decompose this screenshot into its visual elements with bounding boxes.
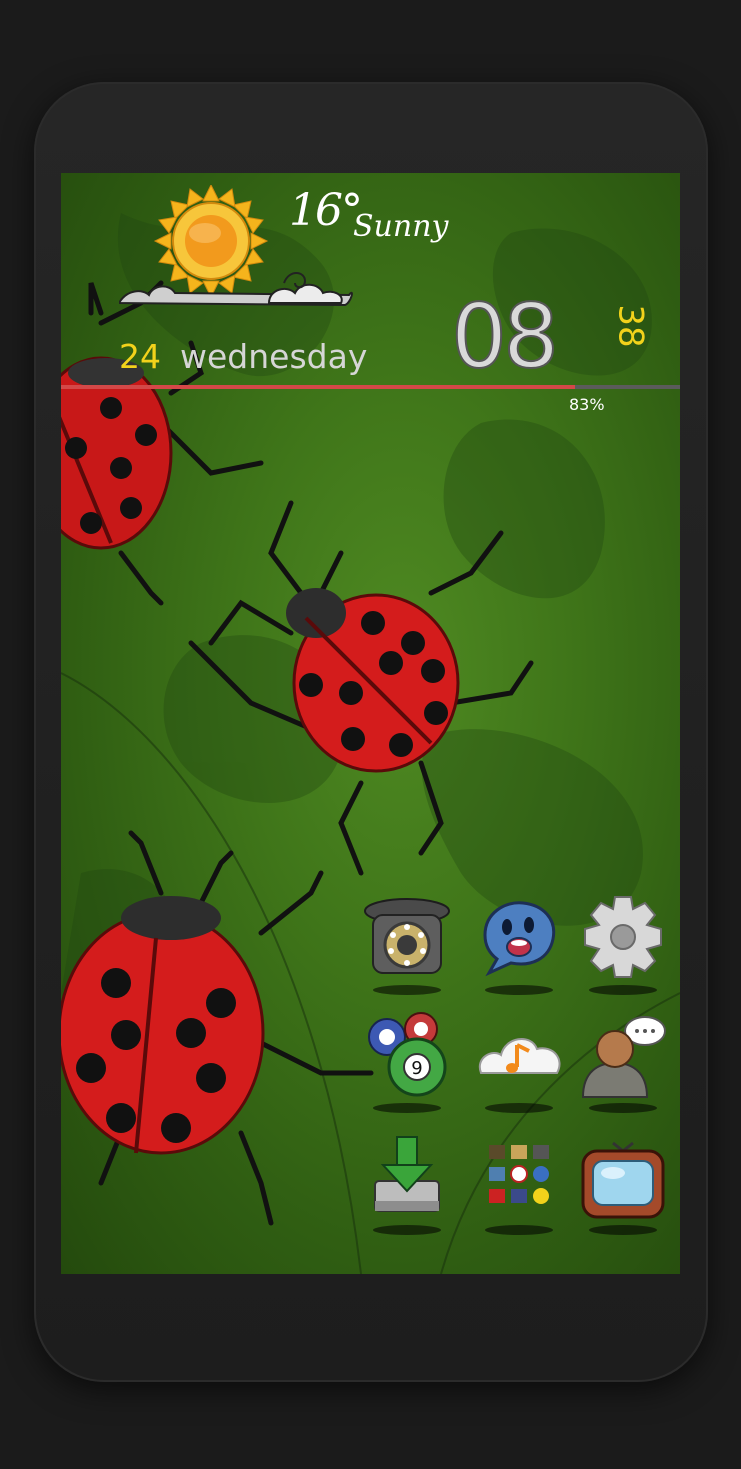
clock-minute: 38 <box>610 304 651 348</box>
messaging-icon[interactable] <box>471 889 567 999</box>
contacts-icon[interactable] <box>575 1007 671 1117</box>
phone-icon[interactable] <box>359 889 455 999</box>
temperature-label: 16° <box>289 185 363 236</box>
app-drawer-icon[interactable] <box>471 1129 567 1239</box>
clock-hour[interactable]: 08 <box>450 292 560 382</box>
settings-icon[interactable] <box>575 889 671 999</box>
weather-condition-label: Sunny <box>353 209 449 244</box>
download-icon[interactable] <box>359 1129 455 1239</box>
battery-bar <box>61 385 680 389</box>
date-day-label: 24 <box>119 337 161 376</box>
battery-percent-label: 83% <box>569 395 605 414</box>
battery-bar-fill <box>61 385 575 389</box>
date-weekday-label: wednesday <box>180 337 368 376</box>
tv-icon[interactable] <box>575 1129 671 1239</box>
music-icon[interactable] <box>471 1007 567 1117</box>
home-screen[interactable]: 16° Sunny 24 wednesday 08 38 83% 9 <box>61 173 680 1274</box>
games-icon[interactable]: 9 <box>359 1007 455 1117</box>
svg-text:9: 9 <box>411 1058 422 1079</box>
